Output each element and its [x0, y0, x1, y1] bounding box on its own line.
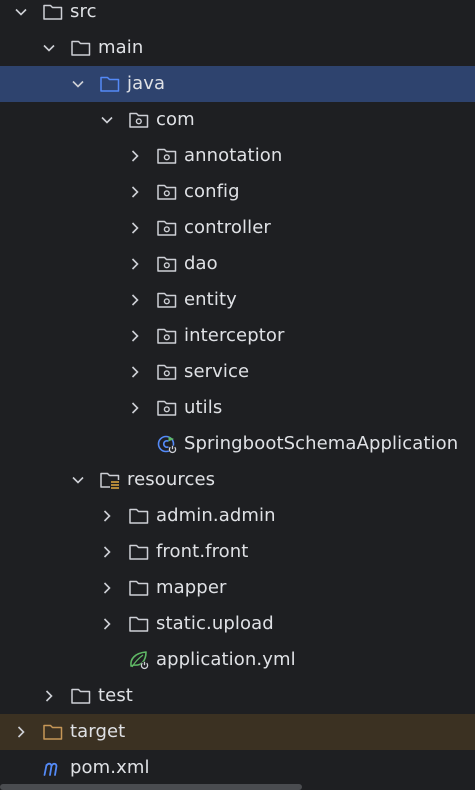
tree-node-label: service [184, 361, 250, 382]
tree-node-springboot-application[interactable]: SpringbootSchemaApplication [0, 426, 475, 462]
tree-node-controller[interactable]: controller [0, 210, 475, 246]
tree-node-label: static.upload [156, 613, 274, 634]
tree-node-src[interactable]: src [0, 0, 475, 30]
tree-node-label: src [70, 1, 97, 22]
tree-node-label: utils [184, 397, 223, 418]
tree-node-mapper[interactable]: mapper [0, 570, 475, 606]
tree-node-pom-xml[interactable]: pom.xml [0, 750, 475, 786]
chevron-down-icon[interactable] [42, 41, 56, 55]
chevron-right-icon[interactable] [100, 617, 114, 631]
tree-node-utils[interactable]: utils [0, 390, 475, 426]
package-icon [156, 218, 178, 238]
tree-node-label: front.front [156, 541, 249, 562]
chevron-right-icon[interactable] [128, 329, 142, 343]
tree-node-label: dao [184, 253, 218, 274]
chevron-right-icon[interactable] [100, 545, 114, 559]
chevron-right-icon[interactable] [128, 185, 142, 199]
tree-node-label: test [98, 685, 133, 706]
tree-node-front-front[interactable]: front.front [0, 534, 475, 570]
package-icon [156, 254, 178, 274]
chevron-right-icon[interactable] [128, 257, 142, 271]
tree-node-resources[interactable]: resources [0, 462, 475, 498]
tree-node-label: target [70, 721, 126, 742]
folder-icon [128, 578, 150, 598]
source-folder-icon [99, 74, 121, 94]
tree-node-label: SpringbootSchemaApplication [184, 433, 459, 454]
tree-node-label: java [127, 73, 166, 94]
package-icon [156, 182, 178, 202]
tree-node-admin-admin[interactable]: admin.admin [0, 498, 475, 534]
tree-node-target[interactable]: target [0, 714, 475, 750]
tree-node-entity[interactable]: entity [0, 282, 475, 318]
chevron-right-icon[interactable] [128, 149, 142, 163]
chevron-down-icon[interactable] [100, 113, 114, 127]
package-icon [156, 326, 178, 346]
tree-node-label: entity [184, 289, 237, 310]
tree-node-label: interceptor [184, 325, 285, 346]
tree-node-label: com [156, 109, 195, 130]
chevron-down-icon[interactable] [71, 77, 85, 91]
folder-icon [70, 686, 92, 706]
tree-node-annotation[interactable]: annotation [0, 138, 475, 174]
package-icon [156, 398, 178, 418]
tree-node-label: resources [127, 469, 216, 490]
folder-icon [42, 2, 64, 22]
tree-node-static-upload[interactable]: static.upload [0, 606, 475, 642]
tree-node-main[interactable]: main [0, 30, 475, 66]
maven-icon [42, 758, 64, 778]
horizontal-scrollbar[interactable] [0, 784, 475, 790]
chevron-right-icon[interactable] [14, 725, 28, 739]
excluded-folder-icon [42, 722, 64, 742]
package-icon [156, 362, 178, 382]
resources-folder-icon [99, 470, 121, 490]
tree-node-application-yml[interactable]: application.yml [0, 642, 475, 678]
chevron-right-icon[interactable] [128, 293, 142, 307]
chevron-right-icon[interactable] [128, 221, 142, 235]
package-icon [156, 290, 178, 310]
tree-node-label: pom.xml [70, 757, 150, 778]
tree-node-label: annotation [184, 145, 283, 166]
tree-node-label: admin.admin [156, 505, 276, 526]
chevron-down-icon[interactable] [71, 473, 85, 487]
folder-icon [128, 614, 150, 634]
chevron-right-icon[interactable] [42, 689, 56, 703]
tree-node-service[interactable]: service [0, 354, 475, 390]
tree-node-label: main [98, 37, 144, 58]
spring-config-file-icon [128, 650, 150, 670]
chevron-right-icon[interactable] [128, 401, 142, 415]
spring-boot-class-icon [156, 434, 178, 454]
project-tree: src main java com annotation config cont… [0, 0, 475, 786]
chevron-right-icon[interactable] [100, 581, 114, 595]
chevron-right-icon[interactable] [128, 365, 142, 379]
tree-node-label: config [184, 181, 240, 202]
folder-icon [128, 506, 150, 526]
folder-icon [128, 542, 150, 562]
tree-node-interceptor[interactable]: interceptor [0, 318, 475, 354]
folder-icon [70, 38, 92, 58]
tree-node-label: controller [184, 217, 271, 238]
scrollbar-thumb[interactable] [0, 784, 302, 790]
package-icon [156, 146, 178, 166]
tree-node-java[interactable]: java [0, 66, 475, 102]
package-icon [128, 110, 150, 130]
tree-node-test[interactable]: test [0, 678, 475, 714]
tree-node-dao[interactable]: dao [0, 246, 475, 282]
chevron-down-icon[interactable] [14, 5, 28, 19]
tree-node-com[interactable]: com [0, 102, 475, 138]
tree-node-label: mapper [156, 577, 227, 598]
tree-node-config[interactable]: config [0, 174, 475, 210]
chevron-right-icon[interactable] [100, 509, 114, 523]
tree-node-label: application.yml [156, 649, 296, 670]
